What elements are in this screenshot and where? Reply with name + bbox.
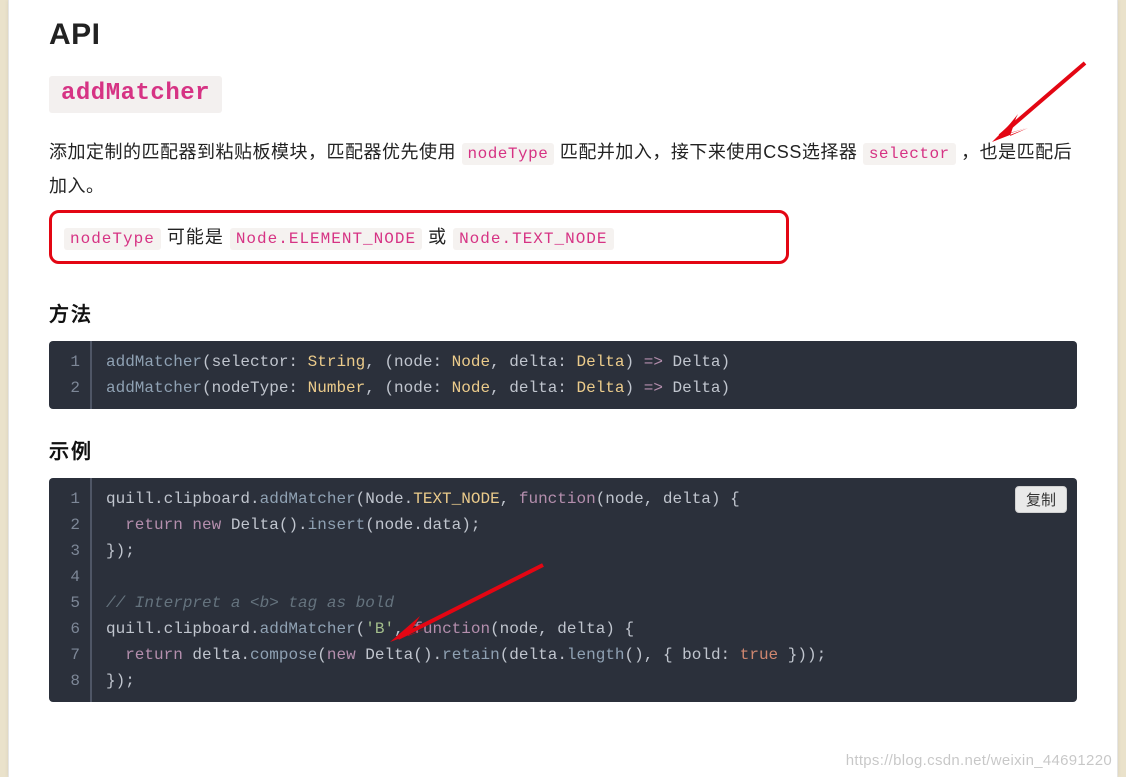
code-line: return new Delta().insert(node.data);: [91, 512, 1077, 538]
line-number: 8: [49, 668, 91, 702]
highlight-box: nodeType 可能是 Node.ELEMENT_NODE 或 Node.TE…: [49, 210, 789, 264]
line-number: 1: [49, 341, 91, 375]
line-number: 1: [49, 478, 91, 512]
heading-addmatcher: addMatcher: [49, 76, 222, 113]
line-number: 3: [49, 538, 91, 564]
description-paragraph: 添加定制的匹配器到粘贴板模块，匹配器优先使用 nodeType 匹配并加入，接下…: [49, 135, 1077, 204]
desc-text-2: 匹配并加入，接下来使用CSS选择器: [554, 142, 863, 162]
code-line: });: [91, 538, 1077, 564]
code-line: quill.clipboard.addMatcher(Node.TEXT_NOD…: [91, 478, 1077, 512]
highlight-t1: 可能是: [161, 227, 230, 247]
inline-code-nodetype: nodeType: [462, 143, 555, 165]
copy-button[interactable]: 复制: [1015, 486, 1067, 513]
code-line: return delta.compose(new Delta().retain(…: [91, 642, 1077, 668]
line-number: 7: [49, 642, 91, 668]
desc-text-1: 添加定制的匹配器到粘贴板模块，匹配器优先使用: [49, 142, 462, 162]
line-number: 6: [49, 616, 91, 642]
watermark-text: https://blog.csdn.net/weixin_44691220: [846, 752, 1112, 769]
highlight-t2: 或: [422, 227, 453, 247]
code-line: addMatcher(selector: String, (node: Node…: [91, 341, 1077, 375]
document-sheet: API addMatcher 添加定制的匹配器到粘贴板模块，匹配器优先使用 no…: [8, 0, 1118, 777]
heading-method: 方法: [49, 298, 1077, 327]
code-line: quill.clipboard.addMatcher('B', function…: [91, 616, 1077, 642]
highlight-text: nodeType 可能是 Node.ELEMENT_NODE 或 Node.TE…: [64, 227, 614, 247]
inline-code-element-node: Node.ELEMENT_NODE: [230, 228, 422, 250]
code-line: addMatcher(nodeType: Number, (node: Node…: [91, 375, 1077, 409]
heading-api: API: [49, 18, 1077, 52]
codeblock-method: 1 addMatcher(selector: String, (node: No…: [49, 341, 1077, 409]
inline-code-text-node: Node.TEXT_NODE: [453, 228, 613, 250]
inline-code-selector: selector: [863, 143, 956, 165]
heading-example: 示例: [49, 435, 1077, 464]
code-line: [91, 564, 1077, 590]
codeblock-example: 复制 1 quill.clipboard.addMatcher(Node.TEX…: [49, 478, 1077, 702]
line-number: 2: [49, 375, 91, 409]
inline-code-nodetype-2: nodeType: [64, 228, 161, 250]
line-number: 5: [49, 590, 91, 616]
page-root: API addMatcher 添加定制的匹配器到粘贴板模块，匹配器优先使用 no…: [0, 0, 1126, 777]
code-line: });: [91, 668, 1077, 702]
code-line: // Interpret a <b> tag as bold: [91, 590, 1077, 616]
line-number: 4: [49, 564, 91, 590]
line-number: 2: [49, 512, 91, 538]
